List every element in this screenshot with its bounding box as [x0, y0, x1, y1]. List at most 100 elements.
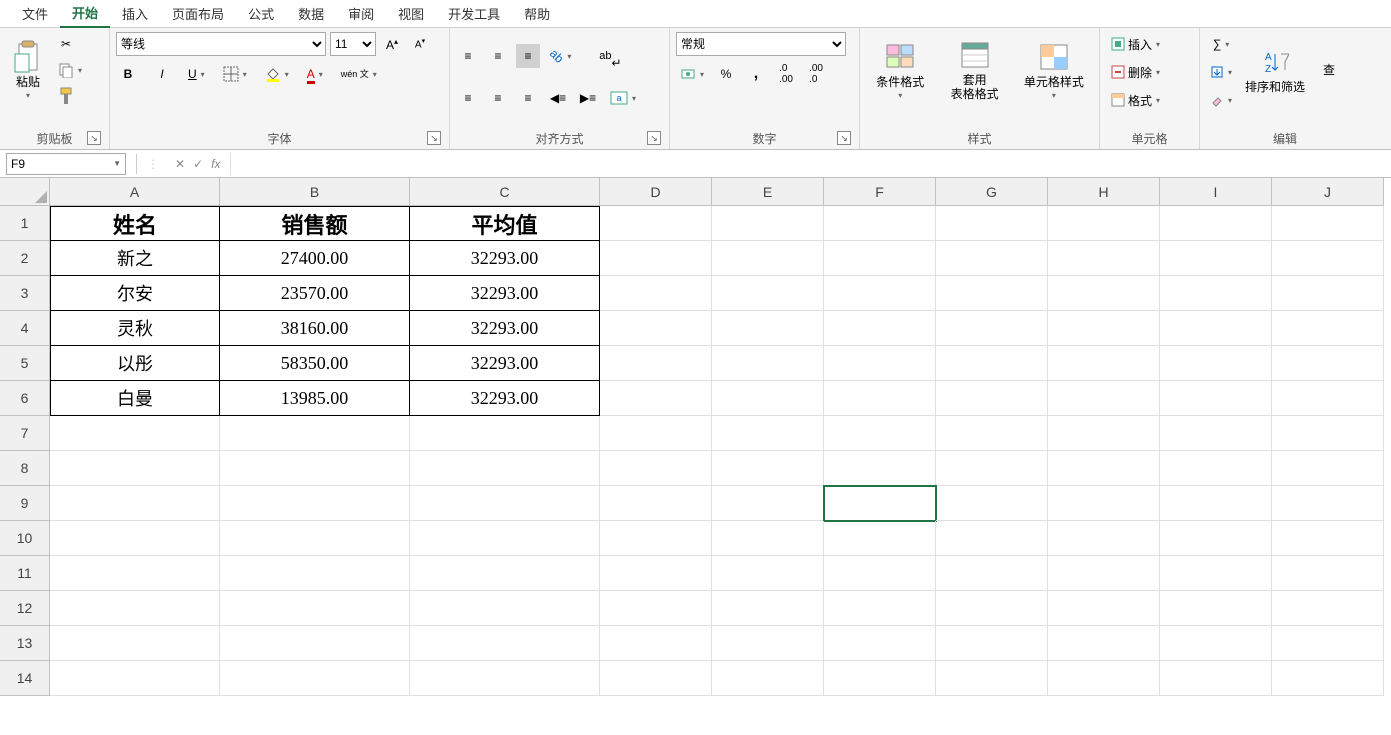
wrap-text-button[interactable]: ab↵	[595, 32, 625, 80]
increase-decimal-button[interactable]: .0.00	[774, 62, 798, 86]
row-header-2[interactable]: 2	[0, 241, 50, 276]
cell-D5[interactable]	[600, 346, 712, 381]
copy-button[interactable]	[54, 58, 86, 82]
accounting-format-button[interactable]	[676, 62, 708, 86]
row-header-13[interactable]: 13	[0, 626, 50, 661]
paste-button[interactable]: 粘贴 ▾	[6, 32, 50, 108]
cell-D10[interactable]	[600, 521, 712, 556]
cell-F5[interactable]	[824, 346, 936, 381]
row-header-5[interactable]: 5	[0, 346, 50, 381]
cell-H5[interactable]	[1048, 346, 1160, 381]
col-header-E[interactable]: E	[712, 178, 824, 206]
cell-J4[interactable]	[1272, 311, 1384, 346]
cell-B7[interactable]	[220, 416, 410, 451]
col-header-J[interactable]: J	[1272, 178, 1384, 206]
cell-F3[interactable]	[824, 276, 936, 311]
cell-F14[interactable]	[824, 661, 936, 696]
row-header-14[interactable]: 14	[0, 661, 50, 696]
cell-F4[interactable]	[824, 311, 936, 346]
cell-I5[interactable]	[1160, 346, 1272, 381]
cell-H12[interactable]	[1048, 591, 1160, 626]
cell-B2[interactable]: 27400.00	[220, 241, 410, 276]
cell-B4[interactable]: 38160.00	[220, 311, 410, 346]
clipboard-launcher[interactable]: ↘	[87, 131, 101, 145]
cell-E5[interactable]	[712, 346, 824, 381]
find-button[interactable]: 查	[1314, 32, 1344, 108]
format-cells-button[interactable]: 格式	[1106, 88, 1196, 112]
row-header-3[interactable]: 3	[0, 276, 50, 311]
fill-color-button[interactable]	[261, 62, 293, 86]
cell-A4[interactable]: 灵秋	[50, 311, 220, 346]
cell-H14[interactable]	[1048, 661, 1160, 696]
cell-B14[interactable]	[220, 661, 410, 696]
cell-H1[interactable]	[1048, 206, 1160, 241]
cell-E9[interactable]	[712, 486, 824, 521]
italic-button[interactable]: I	[150, 62, 174, 86]
cell-E2[interactable]	[712, 241, 824, 276]
comma-button[interactable]: ,	[744, 62, 768, 86]
cell-I7[interactable]	[1160, 416, 1272, 451]
cell-H7[interactable]	[1048, 416, 1160, 451]
font-family-select[interactable]: 等线	[116, 32, 326, 56]
formula-input[interactable]	[230, 153, 1391, 175]
cell-C1[interactable]: 平均值	[410, 206, 600, 241]
cell-I6[interactable]	[1160, 381, 1272, 416]
number-launcher[interactable]: ↘	[837, 131, 851, 145]
cell-G12[interactable]	[936, 591, 1048, 626]
cell-H6[interactable]	[1048, 381, 1160, 416]
cell-A12[interactable]	[50, 591, 220, 626]
cell-E13[interactable]	[712, 626, 824, 661]
align-right-button[interactable]: ≡	[516, 86, 540, 110]
cell-B1[interactable]: 销售额	[220, 206, 410, 241]
format-painter-button[interactable]	[54, 84, 78, 108]
cell-J14[interactable]	[1272, 661, 1384, 696]
cell-D11[interactable]	[600, 556, 712, 591]
cell-H4[interactable]	[1048, 311, 1160, 346]
cell-B10[interactable]	[220, 521, 410, 556]
cell-E8[interactable]	[712, 451, 824, 486]
row-header-8[interactable]: 8	[0, 451, 50, 486]
cell-A7[interactable]	[50, 416, 220, 451]
cell-F9[interactable]	[824, 486, 936, 521]
cell-B9[interactable]	[220, 486, 410, 521]
cell-C2[interactable]: 32293.00	[410, 241, 600, 276]
cell-C6[interactable]: 32293.00	[410, 381, 600, 416]
cell-G8[interactable]	[936, 451, 1048, 486]
cell-B8[interactable]	[220, 451, 410, 486]
cell-J7[interactable]	[1272, 416, 1384, 451]
cell-G2[interactable]	[936, 241, 1048, 276]
cell-style-button[interactable]: 单元格样式 ▾	[1015, 32, 1093, 108]
cell-J13[interactable]	[1272, 626, 1384, 661]
col-header-A[interactable]: A	[50, 178, 220, 206]
cut-button[interactable]: ✂	[54, 32, 78, 56]
cell-G3[interactable]	[936, 276, 1048, 311]
decrease-indent-button[interactable]: ◀≡	[546, 86, 570, 110]
cell-F2[interactable]	[824, 241, 936, 276]
cell-F10[interactable]	[824, 521, 936, 556]
cell-A8[interactable]	[50, 451, 220, 486]
menu-data[interactable]: 数据	[286, 0, 336, 27]
cell-A1[interactable]: 姓名	[50, 206, 220, 241]
cell-G14[interactable]	[936, 661, 1048, 696]
decrease-font-button[interactable]: A▾	[408, 32, 432, 56]
cell-I8[interactable]	[1160, 451, 1272, 486]
cancel-formula-button[interactable]: ✕	[175, 157, 185, 171]
cell-I9[interactable]	[1160, 486, 1272, 521]
table-format-button[interactable]: 套用 表格格式	[938, 32, 1010, 108]
increase-font-button[interactable]: A▴	[380, 32, 404, 56]
conditional-format-button[interactable]: 条件格式 ▾	[866, 32, 934, 108]
cell-C5[interactable]: 32293.00	[410, 346, 600, 381]
cell-I12[interactable]	[1160, 591, 1272, 626]
cell-A5[interactable]: 以彤	[50, 346, 220, 381]
cell-E11[interactable]	[712, 556, 824, 591]
cell-D14[interactable]	[600, 661, 712, 696]
number-format-select[interactable]: 常规	[676, 32, 846, 56]
cell-I13[interactable]	[1160, 626, 1272, 661]
cell-I11[interactable]	[1160, 556, 1272, 591]
align-left-button[interactable]: ≡	[456, 86, 480, 110]
cell-F6[interactable]	[824, 381, 936, 416]
cell-I14[interactable]	[1160, 661, 1272, 696]
cell-D9[interactable]	[600, 486, 712, 521]
cell-H13[interactable]	[1048, 626, 1160, 661]
col-header-F[interactable]: F	[824, 178, 936, 206]
